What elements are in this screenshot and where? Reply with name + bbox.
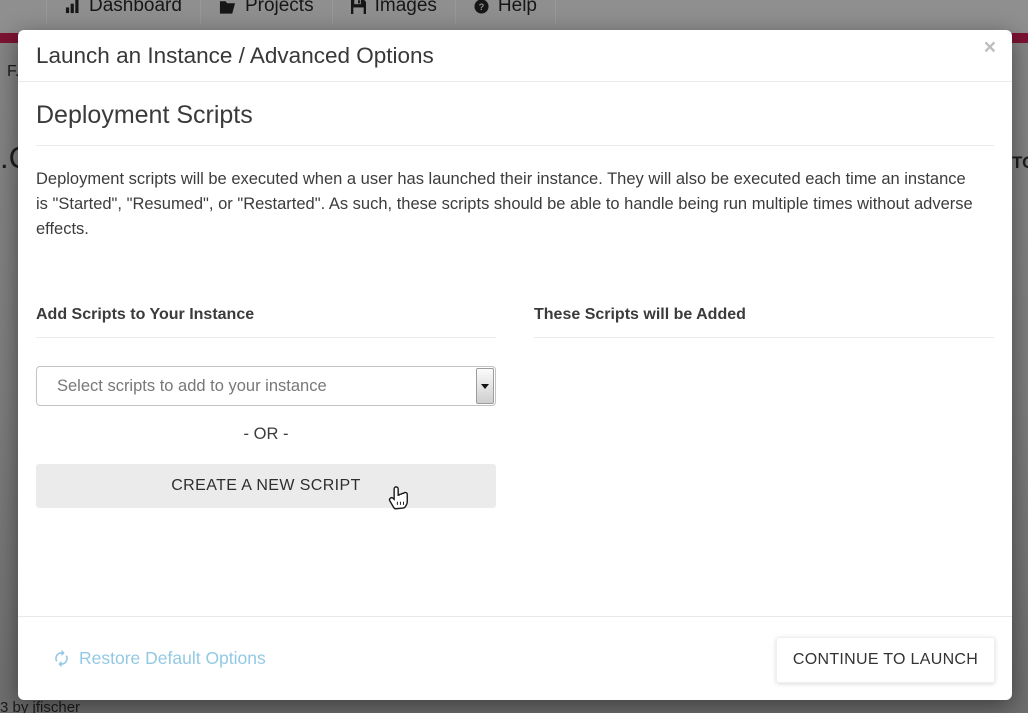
columns: Add Scripts to Your Instance Select scri… — [36, 306, 994, 508]
screen: Dashboard Projects Images ? Help — [0, 0, 1028, 713]
restore-default-options-label: Restore Default Options — [79, 648, 266, 669]
add-scripts-heading: Add Scripts to Your Instance — [36, 306, 496, 338]
nav-tab-help[interactable]: ? Help — [456, 0, 556, 25]
save-icon — [351, 0, 366, 14]
close-icon[interactable]: × — [984, 37, 996, 58]
background-text-fragment: 3 by jfischer — [0, 699, 80, 713]
added-scripts-heading: These Scripts will be Added — [534, 306, 994, 338]
create-new-script-button[interactable]: CREATE A NEW SCRIPT — [36, 464, 496, 508]
modal-title: Launch an Instance / Advanced Options — [36, 43, 994, 69]
background-text-fragment: TO — [1012, 153, 1028, 173]
advanced-options-modal: Launch an Instance / Advanced Options × … — [18, 30, 1012, 700]
background-navbar: Dashboard Projects Images ? Help — [0, 0, 1028, 33]
modal-footer: Restore Default Options CONTINUE TO LAUN… — [18, 616, 1012, 700]
modal-header: Launch an Instance / Advanced Options × — [18, 30, 1012, 82]
continue-to-launch-button[interactable]: CONTINUE TO LAUNCH — [776, 637, 995, 683]
help-icon: ? — [474, 0, 489, 14]
nav-tab-label: Images — [375, 0, 437, 17]
or-separator: - OR - — [36, 425, 496, 444]
section-description: Deployment scripts will be executed when… — [36, 167, 976, 242]
nav-tab-label: Help — [498, 0, 537, 17]
folder-icon — [219, 0, 236, 14]
bar-chart-icon — [65, 0, 80, 14]
added-scripts-column: These Scripts will be Added — [534, 306, 994, 508]
add-scripts-column: Add Scripts to Your Instance Select scri… — [36, 306, 496, 508]
nav-tab-label: Dashboard — [89, 0, 182, 17]
section-heading: Deployment Scripts — [36, 101, 994, 146]
modal-body: Deployment Scripts Deployment scripts wi… — [18, 101, 1012, 508]
nav-tab-projects[interactable]: Projects — [201, 0, 333, 25]
nav-tab-images[interactable]: Images — [333, 0, 456, 25]
refresh-icon — [52, 649, 71, 668]
chevron-down-icon[interactable] — [476, 368, 494, 404]
scripts-select-placeholder: Select scripts to add to your instance — [37, 377, 327, 396]
restore-default-options-link[interactable]: Restore Default Options — [52, 617, 266, 700]
nav-tab-dashboard[interactable]: Dashboard — [46, 0, 201, 25]
scripts-select[interactable]: Select scripts to add to your instance — [36, 366, 496, 406]
background-nav-row: Dashboard Projects Images ? Help — [46, 0, 556, 25]
svg-text:?: ? — [479, 1, 485, 11]
nav-tab-label: Projects — [245, 0, 314, 17]
